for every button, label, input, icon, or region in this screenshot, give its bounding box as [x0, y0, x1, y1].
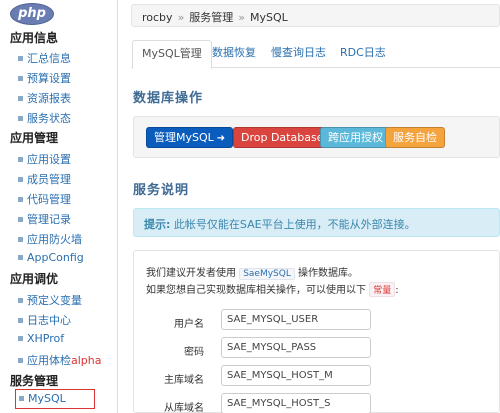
desc-line-2: 如果您想自己实现数据库相关操作，可以使用以下 常量: — [146, 281, 399, 297]
info-alert: 提示: 此帐号仅能在SAE平台上使用，不能从外部连接。 — [133, 208, 500, 237]
breadcrumb-service-manage[interactable]: 服务管理 — [189, 11, 233, 24]
nav-group-app-info: 应用信息 — [10, 31, 59, 45]
sidebar-item-xhprof[interactable]: XHProf — [18, 332, 64, 345]
sidebar-item-predefined-vars[interactable]: 预定义变量 — [18, 292, 82, 308]
saemysql-code: SaeMySQL — [239, 268, 295, 280]
bullet-icon — [18, 317, 23, 323]
breadcrumb-separator: » — [177, 11, 185, 24]
field-label-master-host: 主库域名 — [164, 375, 204, 386]
breadcrumb: rocby » 服务管理 » MySQL — [131, 4, 500, 27]
bullet-icon — [18, 216, 23, 222]
sidebar-item-log-records[interactable]: 管理记录 — [18, 211, 71, 227]
tab-data-recovery[interactable]: 数据恢复 — [203, 40, 265, 68]
sidebar-item-appconfig[interactable]: AppConfig — [18, 251, 84, 264]
bullet-icon — [18, 156, 23, 162]
nav-group-service-manage: 服务管理 — [10, 374, 59, 388]
master-host-field[interactable] — [221, 365, 371, 386]
bullet-icon — [18, 95, 23, 101]
alert-text: 此帐号仅能在SAE平台上使用，不能从外部连接。 — [170, 218, 416, 231]
tab-mysql-manage[interactable]: MySQL管理 — [132, 40, 212, 69]
breadcrumb-app[interactable]: rocby — [142, 11, 173, 24]
nav-group-app-manage: 应用管理 — [10, 131, 59, 145]
tab-rdc-log[interactable]: RDC日志 — [331, 40, 395, 68]
arrow-right-icon: ➜ — [216, 133, 226, 144]
bullet-icon — [18, 357, 23, 363]
password-field[interactable] — [221, 337, 371, 358]
alert-prefix: 提示: — [144, 218, 171, 231]
bullet-icon — [19, 395, 24, 401]
service-desc-title: 服务说明 — [133, 183, 190, 198]
bullet-icon — [18, 115, 23, 121]
bullet-icon — [18, 75, 23, 81]
bullet-icon — [18, 55, 23, 61]
php-logo[interactable]: php — [10, 3, 54, 25]
db-ops-title: 数据库操作 — [133, 91, 204, 106]
bullet-icon — [18, 297, 23, 303]
cross-app-auth-button[interactable]: 跨应用授权 — [320, 127, 391, 148]
user-field[interactable] — [221, 309, 371, 330]
bullet-icon — [18, 254, 23, 260]
constant-code: 常量 — [369, 282, 396, 297]
sidebar-item-code[interactable]: 代码管理 — [18, 191, 71, 207]
sidebar-item-firewall[interactable]: 应用防火墙 — [18, 231, 82, 247]
sidebar-item-service-status[interactable]: 服务状态 — [18, 110, 71, 126]
alpha-badge: alpha — [71, 354, 102, 367]
mysql-info-panel: 我们建议开发者使用 SaeMySQL 操作数据库。 如果您想自己实现数据库相关操… — [133, 250, 500, 413]
sidebar-item-members[interactable]: 成员管理 — [18, 171, 71, 187]
desc-line-1: 我们建议开发者使用 SaeMySQL 操作数据库。 — [146, 268, 359, 280]
logo-text: php — [18, 6, 46, 21]
sidebar-item-app-settings[interactable]: 应用设置 — [18, 151, 71, 167]
sidebar-item-resource-report[interactable]: 资源报表 — [18, 90, 71, 106]
sidebar-item-log-center[interactable]: 日志中心 — [18, 312, 71, 328]
sidebar: php 应用信息 汇总信息 预算设置 资源报表 服务状态 应用管理 应用设置 成… — [0, 0, 118, 413]
bullet-icon — [18, 335, 23, 341]
nav-group-app-tuning: 应用调优 — [10, 272, 59, 286]
tab-bar: MySQL管理 数据恢复 慢查询日志 RDC日志 — [131, 40, 500, 69]
tab-slow-query-log[interactable]: 慢查询日志 — [262, 40, 335, 68]
sidebar-item-app-checkup[interactable]: 应用体检alpha — [18, 352, 102, 368]
sidebar-item-mysql[interactable]: MySQL — [15, 389, 95, 409]
bullet-icon — [18, 236, 23, 242]
field-label-user: 用户名 — [174, 319, 204, 330]
button-well: 管理MySQL ➜ Drop Database 跨应用授权 服务自检 — [133, 116, 500, 158]
field-label-slave-host: 从库域名 — [164, 403, 204, 413]
breadcrumb-mysql: MySQL — [250, 11, 288, 24]
field-label-pass: 密码 — [184, 347, 204, 358]
drop-database-button[interactable]: Drop Database — [233, 127, 332, 148]
service-selfcheck-button[interactable]: 服务自检 — [385, 127, 445, 148]
sidebar-item-summary[interactable]: 汇总信息 — [18, 50, 71, 66]
breadcrumb-separator: » — [238, 11, 246, 24]
sidebar-item-budget[interactable]: 预算设置 — [18, 70, 71, 86]
slave-host-field[interactable] — [221, 393, 371, 413]
bullet-icon — [18, 196, 23, 202]
manage-mysql-button[interactable]: 管理MySQL ➜ — [146, 127, 234, 148]
bullet-icon — [18, 176, 23, 182]
